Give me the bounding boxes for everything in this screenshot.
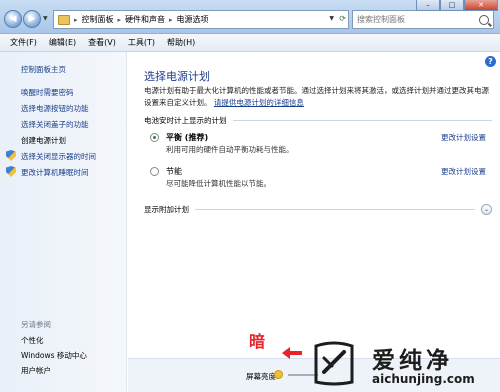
menu-help[interactable]: 帮助(H) [167, 37, 195, 48]
sidebar-item-user-accounts[interactable]: 用户帐户 [21, 365, 51, 376]
annotation-dim-label: 暗 [249, 332, 266, 351]
help-icon[interactable]: ? [485, 56, 496, 67]
see-also-heading: 另请参阅 [21, 320, 51, 329]
extra-plans-label[interactable]: 显示附加计划 [144, 204, 189, 215]
arrow-left-icon: ◀ [9, 14, 17, 24]
forward-button[interactable]: ▶ [23, 10, 41, 28]
shield-icon [6, 150, 16, 161]
menu-tools[interactable]: 工具(T) [128, 37, 155, 48]
divider [195, 209, 475, 210]
arrow-left-icon [282, 347, 302, 359]
close-icon: ✕ [478, 1, 484, 9]
plan-details-link[interactable]: 请提供电源计划的详细信息 [214, 98, 304, 107]
minimize-icon: – [426, 1, 430, 9]
menu-file[interactable]: 文件(F) [10, 37, 37, 48]
sidebar-item-lid-close[interactable]: 选择关闭盖子的功能 [21, 119, 89, 130]
search-input[interactable]: 搜索控制面板 [352, 10, 494, 29]
arrow-right-icon: ▶ [28, 14, 36, 24]
change-plan-settings-link[interactable]: 更改计划设置 [441, 132, 486, 143]
chevron-down-icon[interactable]: ▼ [329, 15, 334, 22]
sidebar-item-sleep-time[interactable]: 更改计算机睡眠时间 [21, 167, 89, 178]
plan-power-saver-radio[interactable] [150, 167, 159, 176]
plan-balanced-radio[interactable] [150, 133, 159, 142]
address-field[interactable]: ▸ 控制面板 ▸ 硬件和声音 ▸ 电源选项 ▼ ⟳ [53, 10, 349, 29]
intro-description: 电源计划有助于最大化计算机的性能或者节能。通过选择计划来将其激活，或选择计划并通… [144, 86, 489, 107]
search-placeholder: 搜索控制面板 [357, 15, 405, 24]
sidebar-item-personalization[interactable]: 个性化 [21, 335, 44, 346]
plan-description: 尽可能降低计算机性能以节能。 [166, 179, 271, 188]
breadcrumb-separator-icon[interactable]: ▸ [74, 16, 78, 24]
menu-view[interactable]: 查看(V) [88, 37, 116, 48]
breadcrumb-separator-icon[interactable]: ▸ [118, 16, 122, 24]
breadcrumb-power-options[interactable]: 电源选项 [177, 14, 209, 25]
breadcrumb-control-panel[interactable]: 控制面板 [82, 14, 114, 25]
sidebar: 控制面板主页 唤醒时需要密码 选择电源按钮的功能 选择关闭盖子的功能 创建电源计… [0, 52, 127, 392]
address-bar: ◀ ▶ ▼ ▸ 控制面板 ▸ 硬件和声音 ▸ 电源选项 ▼ ⟳ 搜索控制面板 –… [0, 0, 500, 34]
window-controls: – □ ✕ [416, 0, 498, 11]
search-icon[interactable] [479, 14, 489, 25]
brightness-label: 屏幕亮度: [246, 372, 279, 381]
menu-edit[interactable]: 编辑(E) [49, 37, 76, 48]
maximize-icon: □ [448, 1, 456, 9]
maximize-button[interactable]: □ [440, 0, 464, 11]
back-button[interactable]: ◀ [4, 10, 22, 28]
page-title: 选择电源计划 [144, 70, 210, 83]
plan-name[interactable]: 节能 [166, 166, 182, 177]
watermark-url: aichunjing.com [372, 372, 475, 386]
change-plan-settings-link[interactable]: 更改计划设置 [441, 166, 486, 177]
sun-icon [275, 371, 282, 378]
refresh-icon[interactable]: ⟳ [339, 14, 346, 23]
watermark-logo-icon [314, 341, 354, 386]
section-label: 电池安时计上显示的计划 [144, 116, 227, 125]
breadcrumb-hardware-sound[interactable]: 硬件和声音 [125, 14, 165, 25]
intro-text: 电源计划有助于最大化计算机的性能或者节能。通过选择计划来将其激活，或选择计划并通… [144, 85, 492, 109]
show-additional-plans[interactable]: 显示附加计划 ⌄ [144, 204, 492, 215]
shield-icon [6, 166, 16, 177]
close-button[interactable]: ✕ [464, 0, 498, 11]
watermark: 爱纯净 aichunjing.com [308, 338, 500, 392]
sidebar-item-mobility-center[interactable]: Windows 移动中心 [21, 350, 87, 361]
sidebar-item-wake-password[interactable]: 唤醒时需要密码 [21, 87, 74, 98]
recent-pages-dropdown[interactable]: ▼ [43, 15, 48, 22]
control-panel-icon [58, 14, 70, 25]
menu-bar: 文件(F) 编辑(E) 查看(V) 工具(T) 帮助(H) [0, 34, 500, 52]
minimize-button[interactable]: – [416, 0, 440, 11]
sidebar-item-display-off[interactable]: 选择关闭显示器的时间 [21, 151, 96, 162]
section-header-plans: 电池安时计上显示的计划 [144, 115, 492, 126]
plan-description: 利用可用的硬件自动平衡功耗与性能。 [166, 145, 294, 154]
plan-name[interactable]: 平衡 (推荐) [166, 132, 208, 143]
breadcrumb-separator-icon[interactable]: ▸ [169, 16, 173, 24]
watermark-text: 爱纯净 [372, 348, 453, 374]
sidebar-item-control-panel-home[interactable]: 控制面板主页 [21, 64, 66, 75]
chevron-down-icon[interactable]: ⌄ [481, 204, 492, 215]
sidebar-item-create-plan[interactable]: 创建电源计划 [21, 135, 66, 146]
divider [232, 120, 492, 121]
sidebar-item-power-button[interactable]: 选择电源按钮的功能 [21, 103, 89, 114]
